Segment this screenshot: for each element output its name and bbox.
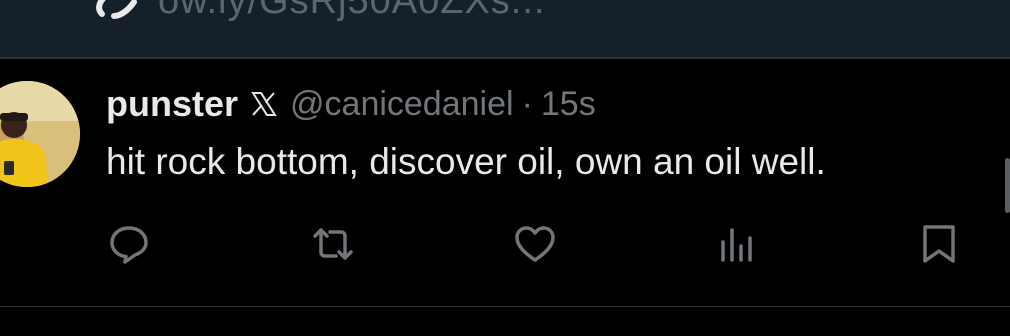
avatar[interactable] — [0, 81, 80, 187]
like-icon — [515, 226, 555, 262]
reply-icon — [110, 226, 148, 264]
retweet-icon — [313, 228, 353, 260]
display-name[interactable]: punster — [106, 83, 238, 125]
previous-tweet-area: ow.ly/GsRj50A0ZXs... — [0, 0, 1010, 57]
scrollbar-thumb[interactable] — [1005, 158, 1010, 213]
tweet-text: hit rock bottom, discover oil, own an oi… — [106, 141, 826, 182]
separator-dot: · — [521, 84, 533, 123]
retweet-button[interactable] — [310, 221, 356, 267]
previous-tweet-link[interactable]: ow.ly/GsRj50A0ZXs... — [158, 0, 545, 23]
views-icon — [721, 228, 752, 262]
views-button[interactable] — [714, 221, 760, 267]
bookmark-button[interactable] — [916, 221, 962, 267]
like-button[interactable] — [512, 221, 558, 267]
user-handle[interactable]: @canicedaniel — [290, 85, 514, 124]
link-icon — [96, 0, 137, 19]
bookmark-icon — [923, 225, 955, 263]
reply-button[interactable] — [106, 221, 152, 267]
timestamp[interactable]: 15s — [541, 85, 596, 124]
divider — [0, 306, 1010, 307]
tweet[interactable]: punster @canicedaniel · 15s hit rock bot… — [0, 59, 1010, 306]
tweet-header: punster @canicedaniel · 15s — [106, 81, 596, 127]
x-logo-icon — [251, 92, 277, 116]
